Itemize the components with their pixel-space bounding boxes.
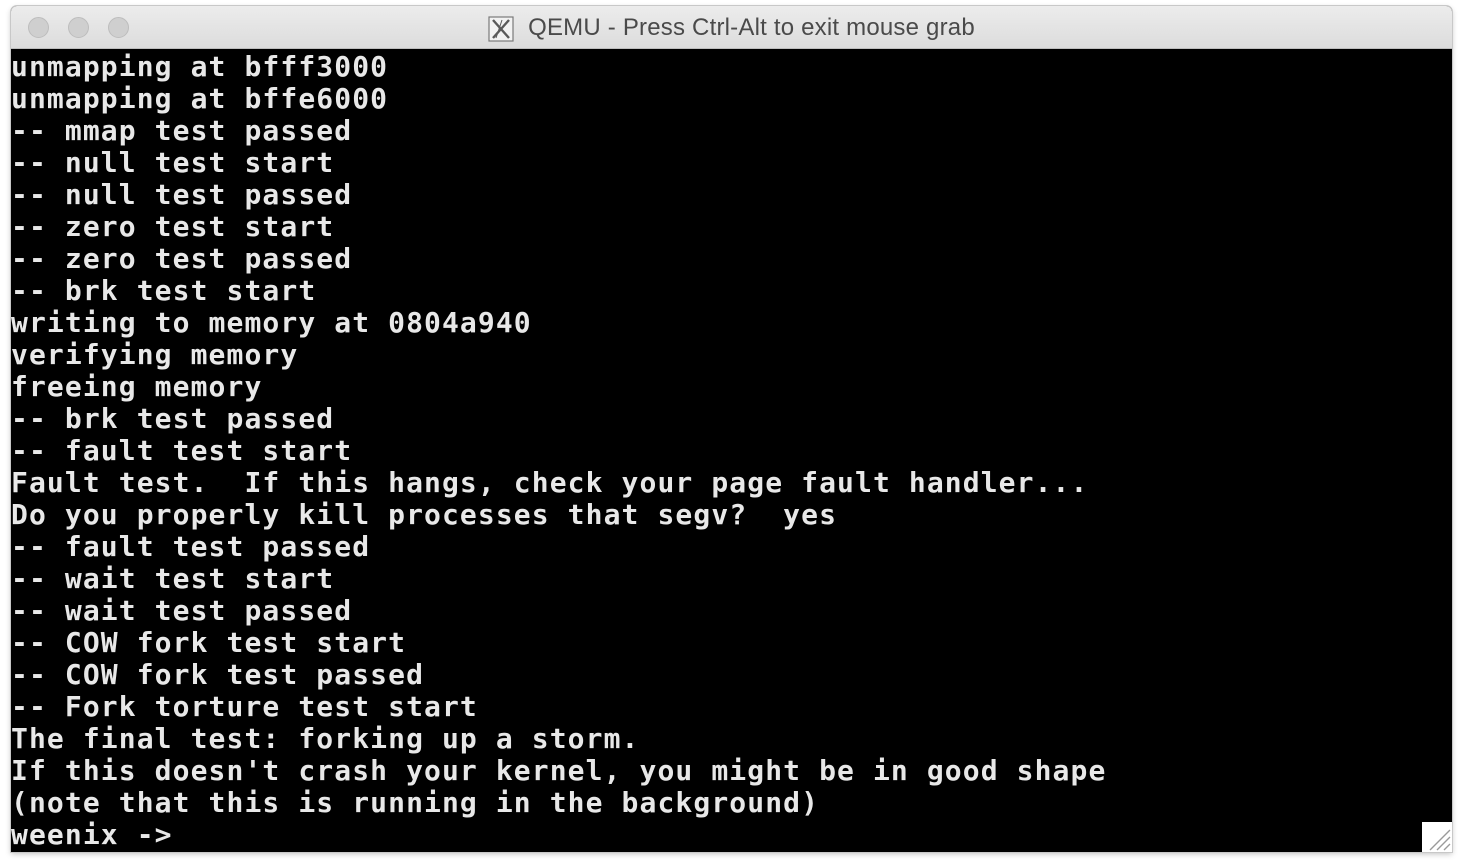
- console-line: (note that this is running in the backgr…: [11, 786, 820, 819]
- console-line: -- brk test start: [11, 274, 317, 307]
- console-line: -- brk test passed: [11, 402, 335, 435]
- window-title: QEMU - Press Ctrl-Alt to exit mouse grab: [528, 13, 975, 41]
- console-line: Do you properly kill processes that segv…: [11, 498, 838, 531]
- qemu-window: QEMU - Press Ctrl-Alt to exit mouse grab…: [11, 6, 1452, 852]
- console-line: unmapping at bffe6000: [11, 82, 389, 115]
- console-line: -- wait test start: [11, 562, 335, 595]
- shell-prompt: weenix ->: [11, 818, 173, 851]
- title-bar[interactable]: QEMU - Press Ctrl-Alt to exit mouse grab: [11, 6, 1452, 49]
- console-line: -- null test passed: [11, 178, 353, 211]
- terminal-screen[interactable]: unmapping at bfff3000 unmapping at bffe60…: [11, 49, 1452, 852]
- console-line: writing to memory at 0804a940: [11, 306, 532, 339]
- console-line: -- null test start: [11, 146, 335, 179]
- console-line: -- fault test passed: [11, 530, 371, 563]
- title-group: QEMU - Press Ctrl-Alt to exit mouse grab: [11, 6, 1452, 49]
- console-line: freeing memory: [11, 370, 263, 403]
- console-line: -- zero test passed: [11, 242, 353, 275]
- console-line: unmapping at bfff3000: [11, 50, 389, 83]
- console-line: -- Fork torture test start: [11, 690, 478, 723]
- x11-icon: [488, 15, 514, 42]
- resize-grip-icon[interactable]: [1422, 822, 1452, 852]
- console-line: Fault test. If this hangs, check your pa…: [11, 466, 1089, 499]
- console-output: unmapping at bfff3000 unmapping at bffe60…: [11, 51, 1106, 851]
- console-line: The final test: forking up a storm.: [11, 722, 640, 755]
- console-line: -- mmap test passed: [11, 114, 353, 147]
- console-line: -- wait test passed: [11, 594, 353, 627]
- console-line: -- COW fork test start: [11, 626, 407, 659]
- console-line: -- COW fork test passed: [11, 658, 425, 691]
- console-line: -- zero test start: [11, 210, 335, 243]
- console-line: verifying memory: [11, 338, 299, 371]
- console-line: -- fault test start: [11, 434, 353, 467]
- console-line: If this doesn't crash your kernel, you m…: [11, 754, 1107, 787]
